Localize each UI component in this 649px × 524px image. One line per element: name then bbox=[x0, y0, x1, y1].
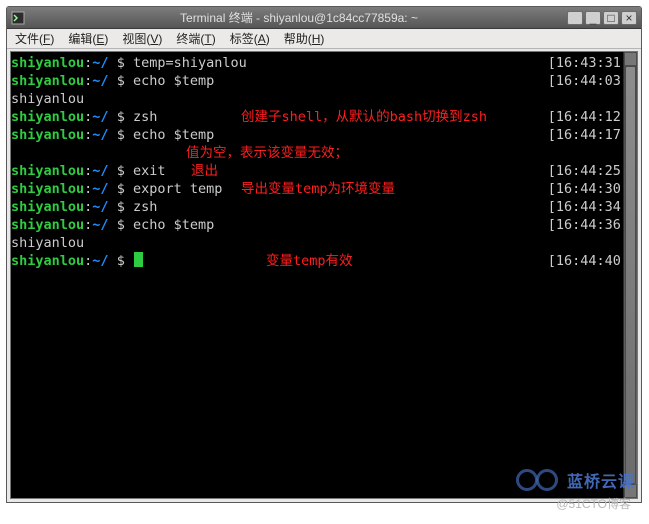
scroll-thumb[interactable] bbox=[625, 66, 636, 484]
prompt-host: shiyanlou bbox=[11, 217, 84, 233]
prompt-host: shiyanlou bbox=[11, 109, 84, 125]
spacer-button[interactable] bbox=[567, 11, 583, 25]
terminal-line: shiyanlou:~/ $ [16:44:40]变量temp有效 bbox=[11, 252, 637, 270]
menu-item-2[interactable]: 视图(V) bbox=[122, 30, 162, 47]
terminal-line: shiyanlou:~/ $ zsh[16:44:12]创建子shell，从默认… bbox=[11, 108, 637, 126]
prompt-host: shiyanlou bbox=[11, 73, 84, 89]
prompt-path: ~/ bbox=[92, 217, 108, 233]
timestamp: [16:44:34] bbox=[548, 198, 629, 216]
scroll-track[interactable] bbox=[624, 66, 637, 484]
timestamp: [16:44:30] bbox=[548, 180, 629, 198]
output-text: shiyanlou bbox=[11, 91, 84, 107]
cursor bbox=[134, 252, 143, 267]
prompt-path: ~/ bbox=[92, 253, 108, 269]
prompt-path: ~/ bbox=[92, 73, 108, 89]
prompt-host: shiyanlou bbox=[11, 181, 84, 197]
terminal-line: shiyanlou:~/ $ echo $temp[16:44:03] bbox=[11, 72, 637, 90]
prompt-dollar: $ bbox=[109, 55, 125, 71]
terminal-line: shiyanlou:~/ $ echo $temp[16:44:17] bbox=[11, 126, 637, 144]
prompt-path: ~/ bbox=[92, 199, 108, 215]
prompt-dollar: $ bbox=[109, 181, 125, 197]
annotation: 值为空，表示该变量无效； bbox=[186, 144, 348, 162]
terminal-line: shiyanlou:~/ $ echo $temp[16:44:36] bbox=[11, 216, 637, 234]
annotation: 变量temp有效 bbox=[266, 252, 353, 270]
timestamp: [16:44:40] bbox=[548, 252, 629, 270]
command-text: echo $temp bbox=[125, 127, 214, 143]
terminal-line: shiyanlou bbox=[11, 234, 637, 252]
prompt-dollar: $ bbox=[109, 127, 125, 143]
terminal-viewport[interactable]: shiyanlou:~/ $ temp=shiyanlou[16:43:31]s… bbox=[10, 51, 638, 499]
prompt-dollar: $ bbox=[109, 73, 125, 89]
annotation: 导出变量temp为环境变量 bbox=[241, 180, 395, 198]
titlebar[interactable]: Terminal 终端 - shiyanlou@1c84cc77859a: ~ … bbox=[7, 7, 641, 29]
prompt-dollar: $ bbox=[109, 109, 125, 125]
prompt-dollar: $ bbox=[109, 217, 125, 233]
brand-text: 蓝桥云课 bbox=[567, 474, 635, 491]
timestamp: [16:44:25] bbox=[548, 162, 629, 180]
timestamp: [16:44:03] bbox=[548, 72, 629, 90]
brand-ring-icon bbox=[536, 469, 558, 491]
terminal-line: 值为空，表示该变量无效； bbox=[11, 144, 637, 162]
command-text: zsh bbox=[125, 109, 158, 125]
terminal-line: shiyanlou:~/ $ temp=shiyanlou[16:43:31] bbox=[11, 54, 637, 72]
prompt-path: ~/ bbox=[92, 163, 108, 179]
menu-item-0[interactable]: 文件(F) bbox=[15, 30, 54, 47]
menu-item-4[interactable]: 标签(A) bbox=[230, 30, 270, 47]
brand-watermark: 蓝桥云课 bbox=[516, 468, 635, 492]
scroll-up-button[interactable] bbox=[624, 52, 637, 66]
menu-item-5[interactable]: 帮助(H) bbox=[284, 30, 325, 47]
prompt-path: ~/ bbox=[92, 181, 108, 197]
annotation: 创建子shell，从默认的bash切换到zsh bbox=[241, 108, 487, 126]
output-text: shiyanlou bbox=[11, 235, 84, 251]
prompt-host: shiyanlou bbox=[11, 253, 84, 269]
maximize-button[interactable]: □ bbox=[603, 11, 619, 25]
minimize-button[interactable]: _ bbox=[585, 11, 601, 25]
timestamp: [16:44:17] bbox=[548, 126, 629, 144]
prompt-dollar: $ bbox=[109, 253, 125, 269]
menu-item-1[interactable]: 编辑(E) bbox=[68, 30, 108, 47]
scrollbar[interactable] bbox=[623, 52, 637, 498]
terminal-line: shiyanlou:~/ $ export temp[16:44:30]导出变量… bbox=[11, 180, 637, 198]
terminal-window: Terminal 终端 - shiyanlou@1c84cc77859a: ~ … bbox=[6, 6, 642, 503]
terminal-line: shiyanlou:~/ $ exit[16:44:25]退出 bbox=[11, 162, 637, 180]
command-text bbox=[125, 253, 133, 269]
prompt-host: shiyanlou bbox=[11, 127, 84, 143]
prompt-path: ~/ bbox=[92, 109, 108, 125]
menubar: 文件(F) 编辑(E) 视图(V) 终端(T) 标签(A) 帮助(H) bbox=[7, 29, 641, 49]
command-text: exit bbox=[125, 163, 166, 179]
menu-item-3[interactable]: 终端(T) bbox=[176, 30, 215, 47]
terminal-icon bbox=[11, 11, 25, 25]
prompt-host: shiyanlou bbox=[11, 55, 84, 71]
command-text: echo $temp bbox=[125, 217, 214, 233]
prompt-host: shiyanlou bbox=[11, 199, 84, 215]
prompt-path: ~/ bbox=[92, 55, 108, 71]
command-text: echo $temp bbox=[125, 73, 214, 89]
timestamp: [16:44:36] bbox=[548, 216, 629, 234]
command-text: export temp bbox=[125, 181, 223, 197]
window-title: Terminal 终端 - shiyanlou@1c84cc77859a: ~ bbox=[31, 9, 567, 26]
command-text: zsh bbox=[125, 199, 158, 215]
command-text: temp=shiyanlou bbox=[125, 55, 247, 71]
prompt-path: ~/ bbox=[92, 127, 108, 143]
prompt-host: shiyanlou bbox=[11, 163, 84, 179]
timestamp: [16:43:31] bbox=[548, 54, 629, 72]
prompt-dollar: $ bbox=[109, 163, 125, 179]
close-button[interactable]: × bbox=[621, 11, 637, 25]
brand-ring-icon bbox=[516, 469, 538, 491]
footer-watermark: @51CTO博客 bbox=[556, 495, 631, 512]
timestamp: [16:44:12] bbox=[548, 108, 629, 126]
prompt-dollar: $ bbox=[109, 199, 125, 215]
terminal-line: shiyanlou bbox=[11, 90, 637, 108]
terminal-line: shiyanlou:~/ $ zsh[16:44:34] bbox=[11, 198, 637, 216]
window-controls: _ □ × bbox=[567, 11, 637, 25]
annotation: 退出 bbox=[191, 162, 218, 180]
